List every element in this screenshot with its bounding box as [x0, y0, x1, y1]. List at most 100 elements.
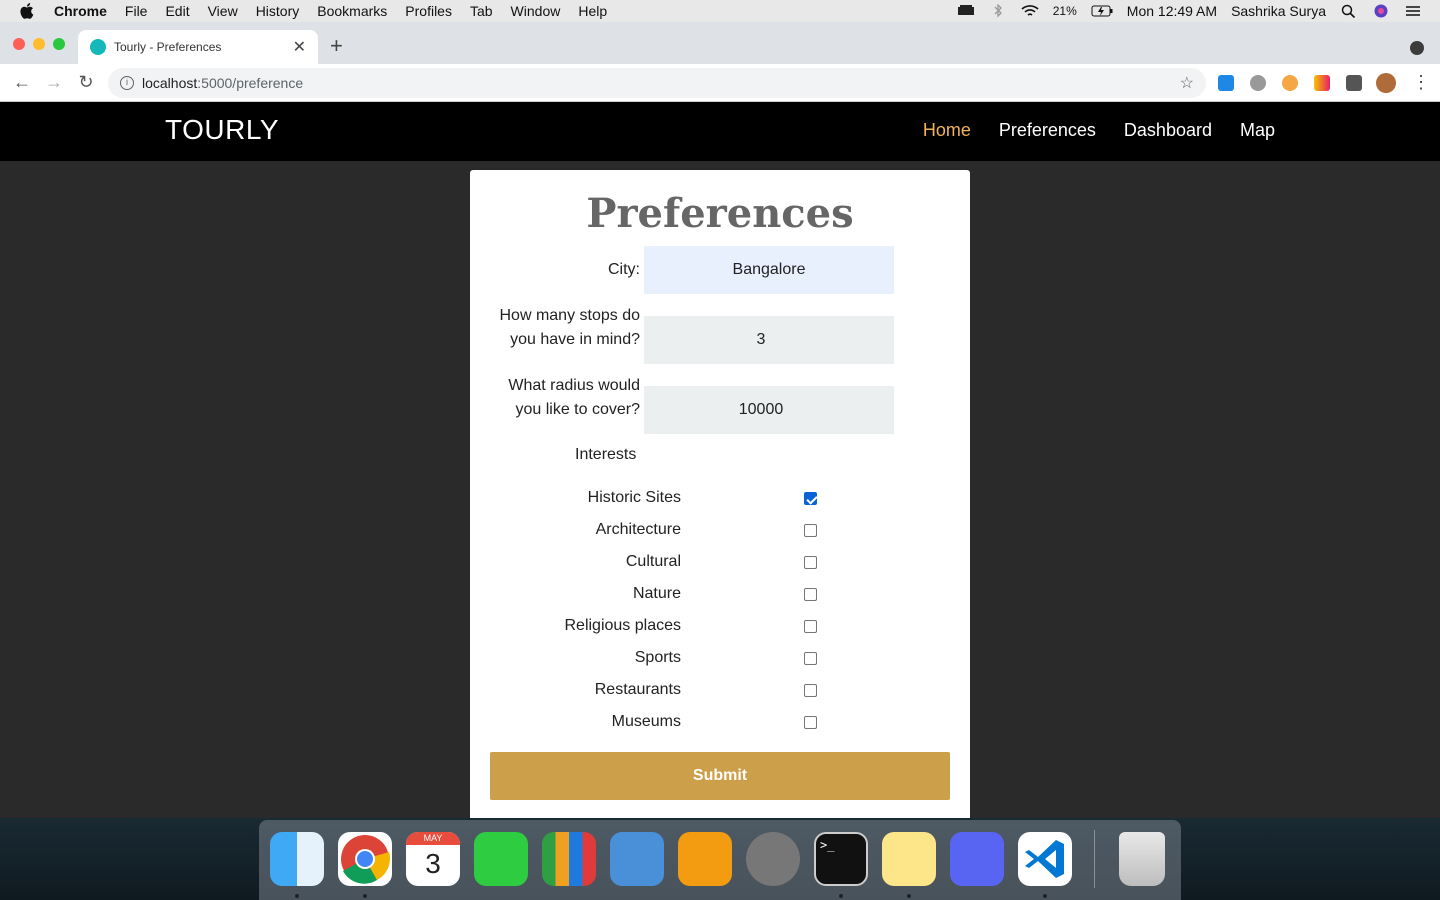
- forward-arrow-icon[interactable]: →: [38, 72, 70, 93]
- trash-icon[interactable]: [1119, 832, 1165, 886]
- wifi-icon[interactable]: [1021, 4, 1039, 18]
- stops-label: How many stops do you have in mind?: [499, 304, 640, 352]
- nav-link-map[interactable]: Map: [1240, 120, 1275, 141]
- back-arrow-icon[interactable]: ←: [6, 72, 38, 93]
- radius-label: What radius would you like to cover?: [508, 374, 640, 422]
- interest-checkbox-sports[interactable]: [804, 652, 817, 665]
- window-zoom-button[interactable]: [53, 38, 65, 50]
- url-path: :5000/preference: [197, 75, 304, 91]
- extension-trello-icon[interactable]: [1218, 75, 1234, 91]
- interest-label: Nature: [632, 585, 681, 602]
- calendar-month: MAY: [406, 832, 460, 845]
- nav-link-home[interactable]: Home: [923, 120, 971, 141]
- menu-help[interactable]: Help: [578, 3, 607, 19]
- interest-row-restaurants: Restaurants: [470, 678, 970, 702]
- menu-file[interactable]: File: [125, 3, 148, 19]
- spotlight-search-icon[interactable]: [1340, 4, 1358, 18]
- menu-view[interactable]: View: [208, 3, 238, 19]
- radius-input[interactable]: [644, 386, 894, 434]
- facetime-icon[interactable]: [474, 832, 528, 886]
- numbers-icon[interactable]: [542, 832, 596, 886]
- apple-menu-icon[interactable]: [20, 3, 34, 19]
- finder-running-dot: [295, 894, 299, 898]
- site-info-icon[interactable]: i: [120, 76, 134, 90]
- pages-icon[interactable]: [678, 832, 732, 886]
- profile-avatar[interactable]: [1376, 73, 1396, 93]
- bluetooth-icon[interactable]: [989, 4, 1007, 18]
- menu-tab[interactable]: Tab: [470, 3, 493, 19]
- interest-checkbox-architecture[interactable]: [804, 524, 817, 537]
- extension-face-icon[interactable]: [1282, 75, 1298, 91]
- chrome-logo-icon: [341, 835, 390, 884]
- stops-input[interactable]: [644, 316, 894, 364]
- control-center-icon[interactable]: [1404, 4, 1422, 18]
- site-brand-logo[interactable]: TOURLY: [165, 114, 279, 146]
- display-icon[interactable]: [957, 4, 975, 18]
- extensions-puzzle-icon[interactable]: [1346, 75, 1362, 91]
- nav-link-dashboard[interactable]: Dashboard: [1124, 120, 1212, 141]
- bookmark-star-icon[interactable]: ☆: [1180, 73, 1194, 93]
- tab-close-icon[interactable]: ✕: [293, 37, 306, 57]
- preferences-card: Preferences City: How many stops do you …: [470, 170, 970, 830]
- vscode-icon[interactable]: [1018, 832, 1072, 886]
- city-input[interactable]: [644, 246, 894, 294]
- chrome-running-dot: [363, 894, 367, 898]
- siri-icon[interactable]: [1372, 4, 1390, 18]
- menu-app-name[interactable]: Chrome: [54, 3, 107, 19]
- window-minimize-button[interactable]: [33, 38, 45, 50]
- interest-checkbox-restaurants[interactable]: [804, 684, 817, 697]
- finder-icon[interactable]: [270, 832, 324, 886]
- site-navbar: TOURLY Home Preferences Dashboard Map: [0, 102, 1440, 161]
- url-host: localhost: [142, 75, 198, 91]
- extension-w-icon[interactable]: [1314, 75, 1330, 91]
- interest-label: Museums: [611, 713, 681, 730]
- menu-profiles[interactable]: Profiles: [405, 3, 452, 19]
- window-close-button[interactable]: [13, 38, 25, 50]
- browser-tab-active[interactable]: Tourly - Preferences ✕: [78, 30, 318, 64]
- extension-cloud-icon[interactable]: [1250, 75, 1266, 91]
- interest-checkbox-museums[interactable]: [804, 716, 817, 729]
- interest-label: Religious places: [564, 617, 681, 634]
- menu-bookmarks[interactable]: Bookmarks: [317, 3, 387, 19]
- menu-edit[interactable]: Edit: [165, 3, 189, 19]
- browser-toolbar: ← → ↻ i localhost:5000/preference ☆ ⋮: [0, 64, 1440, 102]
- terminal-icon[interactable]: >_: [814, 832, 868, 886]
- interest-row-museums: Museums: [470, 710, 970, 734]
- system-preferences-icon[interactable]: [746, 832, 800, 886]
- tab-search-icon[interactable]: [1410, 41, 1424, 55]
- menu-user[interactable]: Sashrika Surya: [1231, 3, 1326, 19]
- interest-checkbox-cultural[interactable]: [804, 556, 817, 569]
- battery-percent: 21%: [1052, 4, 1077, 18]
- interest-label: Architecture: [595, 521, 681, 538]
- interest-label: Restaurants: [594, 681, 681, 698]
- interest-label: Sports: [634, 649, 681, 666]
- interest-row-nature: Nature: [470, 582, 970, 606]
- tab-title: Tourly - Preferences: [114, 40, 222, 54]
- interest-row-historic-sites: Historic Sites: [470, 486, 970, 510]
- keynote-icon[interactable]: [610, 832, 664, 886]
- chrome-menu-icon[interactable]: ⋮: [1412, 72, 1430, 93]
- menu-clock[interactable]: Mon 12:49 AM: [1127, 3, 1217, 19]
- calendar-icon[interactable]: MAY 3: [406, 832, 460, 886]
- new-tab-button[interactable]: +: [330, 35, 343, 57]
- chrome-icon[interactable]: [338, 832, 392, 886]
- interest-checkbox-historic-sites[interactable]: [804, 492, 817, 505]
- dock-separator: [1094, 830, 1095, 888]
- page-title: Preferences: [586, 190, 854, 237]
- battery-icon[interactable]: [1091, 4, 1113, 18]
- macos-menu-bar: Chrome File Edit View History Bookmarks …: [0, 0, 1440, 22]
- address-bar[interactable]: i localhost:5000/preference ☆: [108, 68, 1206, 98]
- submit-button[interactable]: Submit: [490, 752, 950, 800]
- browser-tab-strip: Tourly - Preferences ✕ +: [0, 22, 1440, 64]
- stickies-icon[interactable]: [882, 832, 936, 886]
- menu-history[interactable]: History: [256, 3, 300, 19]
- stickies-running-dot: [907, 894, 911, 898]
- radius-label-line2: you like to cover?: [515, 401, 640, 418]
- interest-checkbox-nature[interactable]: [804, 588, 817, 601]
- nav-link-preferences[interactable]: Preferences: [999, 120, 1096, 141]
- radius-label-line1: What radius would: [508, 377, 640, 394]
- interest-checkbox-religious-places[interactable]: [804, 620, 817, 633]
- menu-window[interactable]: Window: [511, 3, 561, 19]
- reload-icon[interactable]: ↻: [70, 72, 102, 93]
- discord-icon[interactable]: [950, 832, 1004, 886]
